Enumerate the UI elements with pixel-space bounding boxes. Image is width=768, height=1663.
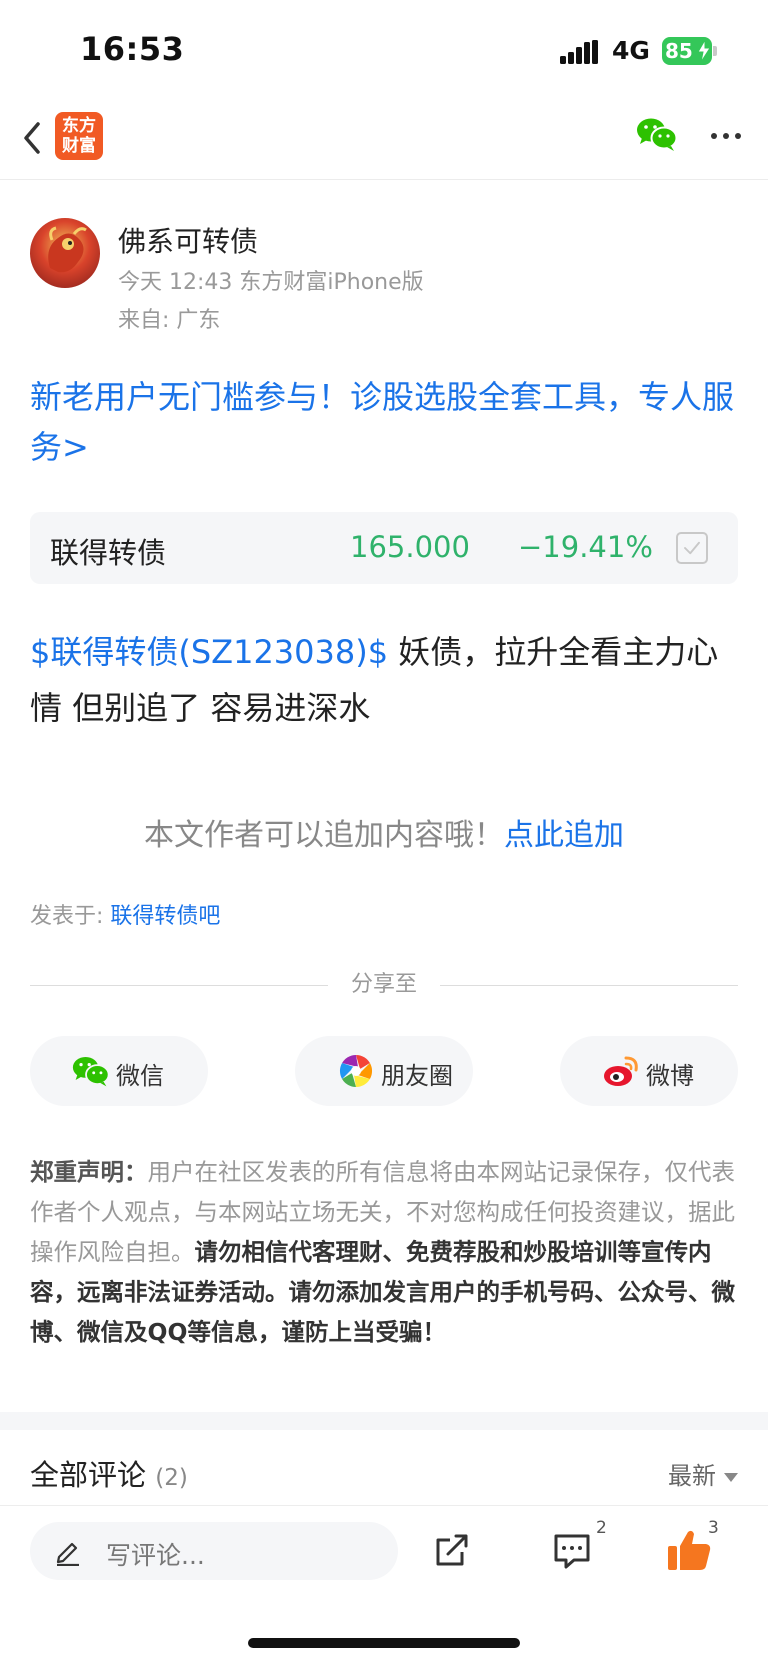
quote-name: 联得转债 (50, 536, 167, 570)
disclaimer: 郑重声明：用户在社区发表的所有信息将由本网站记录保存，仅代表作者个人观点，与本网… (30, 1152, 740, 1352)
app-logo[interactable]: 东方财富 (55, 112, 103, 160)
author-header: 佛系可转债 今天 12:43 东方财富iPhone版 来自: 广东 (30, 218, 740, 333)
section-divider (0, 1412, 768, 1430)
append-prompt: 本文作者可以追加内容哦！ (144, 818, 504, 853)
posted-in: 发表于: 联得转债吧 (30, 898, 220, 930)
weibo-icon (604, 1056, 638, 1086)
battery-icon: 85 (662, 37, 718, 65)
signal-icon (560, 40, 598, 64)
quote-change: −19.41% (518, 530, 653, 564)
author-name[interactable]: 佛系可转债 (118, 220, 258, 260)
comments-title: 全部评论 (2) (30, 1452, 188, 1494)
append-link[interactable]: 点此追加 (504, 818, 624, 853)
caret-down-icon (724, 1472, 738, 1482)
status-bar: 16:53 4G 85 (0, 0, 768, 100)
share-moments-button[interactable]: 朋友圈 (295, 1036, 473, 1106)
post-time-source: 今天 12:43 东方财富iPhone版 (118, 270, 424, 295)
home-indicator[interactable] (248, 1638, 520, 1648)
stock-tag-link[interactable]: $联得转债(SZ123038)$ (30, 633, 388, 671)
share-wechat-label: 微信 (116, 1062, 164, 1090)
stock-quote-card[interactable]: 联得转债 165.000 −19.41% (30, 512, 738, 584)
battery-level: 85 (665, 39, 693, 63)
comments-header: 全部评论 (2) 最新 (30, 1452, 738, 1492)
sort-select[interactable]: 最新 (668, 1456, 738, 1491)
share-moments-label: 朋友圈 (381, 1062, 453, 1090)
like-count-badge: 3 (708, 1518, 719, 1538)
nav-bar: 东方财富 (0, 100, 768, 180)
bar-link[interactable]: 联得转债吧 (110, 904, 220, 929)
back-icon[interactable] (18, 118, 46, 158)
comment-input[interactable]: 写评论... (30, 1522, 398, 1580)
share-divider: 分享至 (30, 970, 738, 1000)
sort-label: 最新 (668, 1462, 716, 1490)
posted-in-label: 发表于: (30, 904, 111, 929)
share-weibo-label: 微博 (646, 1062, 694, 1090)
comments-title-label: 全部评论 (30, 1458, 147, 1492)
comments-count: (2) (155, 1465, 188, 1491)
share-weibo-button[interactable]: 微博 (560, 1036, 738, 1106)
moments-icon (339, 1055, 373, 1087)
avatar[interactable] (30, 218, 100, 288)
status-time: 16:53 (80, 30, 185, 68)
append-prompt-line: 本文作者可以追加内容哦！点此追加 (0, 810, 768, 854)
dragon-avatar-icon (48, 226, 87, 273)
wechat-icon[interactable] (636, 116, 678, 152)
bottom-action-bar: 写评论... 2 3 (0, 1505, 768, 1663)
promo-link[interactable]: 新老用户无门槛参与！诊股选股全套工具，专人服务> (30, 372, 740, 472)
pencil-icon (56, 1542, 79, 1566)
comment-placeholder: 写评论... (106, 1541, 205, 1570)
share-wechat-button[interactable]: 微信 (30, 1036, 208, 1106)
share-icon[interactable] (432, 1530, 472, 1570)
add-watchlist-checkbox[interactable] (676, 532, 708, 564)
disclaimer-title: 郑重声明： (30, 1158, 148, 1186)
comment-icon[interactable] (552, 1532, 592, 1570)
wechat-icon (72, 1056, 110, 1087)
divider-line (440, 985, 738, 986)
post-body: $联得转债(SZ123038)$ 妖债，拉升全看主力心情 但别追了 容易进深水 (30, 624, 740, 736)
post-location: 来自: 广东 (118, 308, 221, 333)
network-label: 4G (612, 36, 650, 65)
more-icon[interactable] (708, 124, 744, 148)
quote-price: 165.000 (350, 530, 470, 564)
thumbs-up-icon[interactable] (666, 1528, 712, 1572)
charging-bolt-icon (697, 40, 711, 62)
comment-count-badge: 2 (596, 1518, 607, 1538)
